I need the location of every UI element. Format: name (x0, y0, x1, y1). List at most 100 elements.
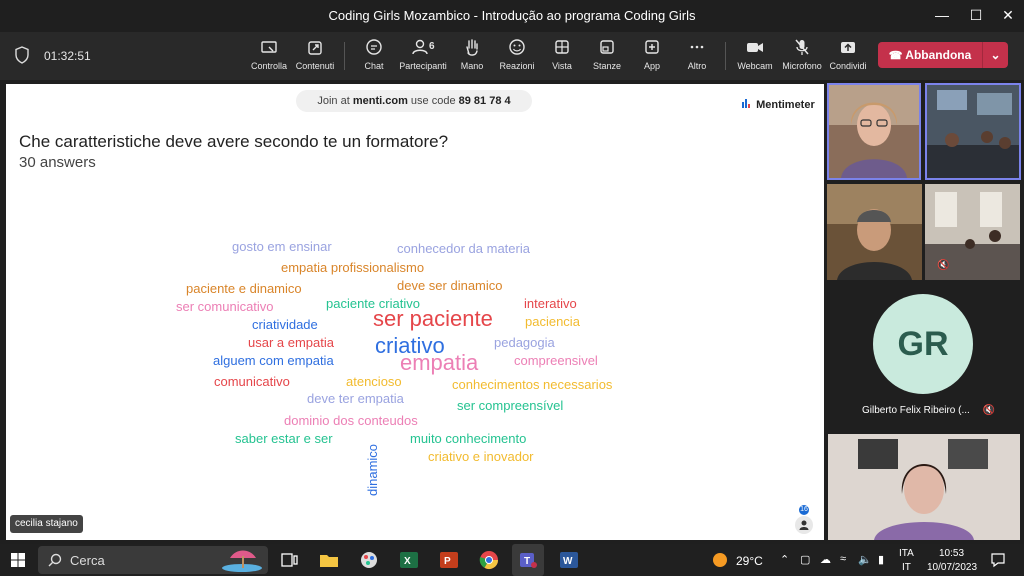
taskbar-search-input[interactable]: Cerca (38, 546, 268, 574)
leave-button[interactable]: ☎ Abbandona ⌄ (878, 42, 1008, 68)
task-view-icon[interactable] (278, 549, 300, 571)
word-cloud-item: alguem com empatia (213, 353, 334, 368)
chat-icon (366, 39, 382, 55)
self-video-tile[interactable] (828, 434, 1020, 540)
leave-main[interactable]: ☎ Abbandona (878, 42, 982, 68)
shield-icon (15, 46, 29, 64)
participant-video (927, 85, 1019, 178)
word-cloud-item: paciente e dinamico (186, 281, 302, 296)
participant-name-text: Gilberto Felix Ribeiro (... (862, 405, 970, 416)
more-button[interactable]: Altro (669, 38, 725, 76)
title-bar: Coding Girls Mozambico - Introdução ao p… (0, 0, 1024, 32)
search-icon (48, 553, 62, 567)
excel-icon[interactable]: X (398, 549, 420, 571)
poll-question: Che caratteristiche deve avere secondo t… (19, 132, 449, 151)
close-icon[interactable]: ✕ (990, 0, 1024, 30)
participant-video (829, 85, 919, 178)
participant-video-tile[interactable]: 🔇 (925, 184, 1020, 280)
word-cloud-item: ser paciente (373, 306, 493, 331)
word-cloud-item: empatia (400, 350, 479, 375)
participant-video (827, 184, 922, 280)
participants-label: Partecipanti (399, 61, 447, 71)
mic-off-icon (795, 39, 809, 55)
camera-icon (747, 43, 763, 52)
leave-dropdown-chevron-icon[interactable]: ⌄ (982, 42, 1008, 68)
meet-now-icon[interactable]: ▢ (800, 553, 810, 566)
share-content-icon (308, 41, 322, 55)
clock-time[interactable]: 10:53 (939, 548, 964, 559)
grid-view-icon (555, 40, 569, 54)
chrome-icon[interactable] (478, 549, 500, 571)
window-title: Coding Girls Mozambico - Introdução ao p… (328, 8, 696, 23)
join-site: menti.com (352, 95, 408, 107)
add-app-icon (645, 40, 659, 54)
mentimeter-icon (742, 99, 750, 108)
word-icon[interactable]: W (558, 549, 580, 571)
muted-mic-icon: 🔇 (937, 260, 950, 271)
audience-count-badge: 16 (799, 505, 809, 515)
more-label: Altro (687, 61, 707, 71)
participant-video-tile[interactable] (925, 83, 1021, 180)
leave-label: Abbandona (905, 48, 972, 62)
svg-text:T: T (524, 556, 530, 567)
person-icon[interactable] (795, 516, 813, 534)
participant-video-tile[interactable] (827, 184, 922, 280)
svg-text:X: X (404, 556, 411, 567)
answer-count: 30 answers (19, 154, 96, 171)
word-cloud-item: criativo e inovador (428, 449, 534, 464)
share-content-label: Contenuti (295, 61, 335, 71)
svg-text:P: P (444, 556, 451, 567)
minimize-icon[interactable]: — (924, 0, 960, 30)
mentimeter-brand: Mentimeter (756, 99, 815, 111)
toolbar-divider (344, 42, 345, 70)
wifi-icon[interactable]: ≈ (840, 553, 846, 565)
chat-button[interactable]: Chat (346, 38, 402, 76)
participant-avatar[interactable]: GR (873, 294, 973, 394)
word-cloud-item: compreensivel (514, 353, 598, 368)
keyboard-layout-indicator[interactable]: IT (902, 562, 911, 573)
word-cloud-item: gosto em ensinar (232, 239, 332, 254)
file-explorer-icon[interactable] (318, 549, 340, 571)
word-cloud-item: ser compreensível (457, 398, 564, 413)
mentimeter-logo: Mentimeter (742, 99, 815, 111)
word-cloud-item: conhecimentos necessarios (452, 377, 613, 392)
smiley-icon (509, 39, 525, 55)
presenter-name-tag: cecilia stajano (10, 515, 83, 533)
clock-date[interactable]: 10/07/2023 (927, 562, 977, 573)
volume-icon[interactable]: 🔈 (858, 553, 872, 566)
onedrive-icon[interactable]: ☁ (820, 553, 831, 566)
teams-taskbar-active[interactable]: T (512, 544, 544, 576)
language-indicator[interactable]: ITA (899, 548, 914, 559)
participant-video-tile[interactable] (827, 83, 921, 180)
meeting-toolbar: 01:32:51 Controlla Contenuti Chat 6 Part… (0, 32, 1024, 80)
participants-button[interactable]: 6 Partecipanti (395, 38, 451, 76)
paint-app-icon[interactable] (358, 549, 380, 571)
chat-label: Chat (364, 61, 384, 71)
word-cloud-item: conhecedor da materia (397, 241, 530, 256)
weather-sun-icon[interactable] (712, 552, 728, 568)
word-cloud-item: usar a empatia (248, 335, 334, 350)
word-cloud-item: atencioso (346, 374, 402, 389)
windows-taskbar: Cerca X P T W 29°C ⌃ ▢ ☁ ≈ 🔈 ▮ ITA IT 10… (0, 544, 1024, 576)
toolbar-divider (725, 42, 726, 70)
share-content-button[interactable]: Contenuti (287, 38, 343, 76)
battery-icon[interactable]: ▮ (878, 553, 884, 566)
word-cloud-item: comunicativo (214, 374, 290, 389)
search-placeholder: Cerca (70, 553, 105, 568)
word-cloud-item: saber estar e ser (235, 431, 333, 446)
maximize-icon[interactable]: ☐ (958, 0, 994, 30)
word-cloud-item: dominio dos conteudos (284, 413, 418, 428)
weather-temperature[interactable]: 29°C (736, 554, 763, 568)
notifications-icon[interactable] (990, 552, 1006, 568)
share-button[interactable]: Condividi (820, 38, 876, 76)
participants-count-badge: 6 (429, 41, 435, 52)
powerpoint-icon[interactable]: P (438, 549, 460, 571)
shared-content-stage: Join at menti.com use code 89 81 78 4 Me… (6, 84, 824, 540)
windows-start-icon[interactable] (11, 553, 25, 567)
join-instructions: Join at menti.com use code 89 81 78 4 (296, 90, 532, 112)
share-icon (841, 42, 855, 53)
hangup-icon: ☎ (888, 50, 903, 62)
breakout-rooms-icon (600, 40, 614, 54)
word-cloud-item: deve ser dinamico (397, 278, 503, 293)
tray-chevron-up-icon[interactable]: ⌃ (780, 553, 789, 566)
